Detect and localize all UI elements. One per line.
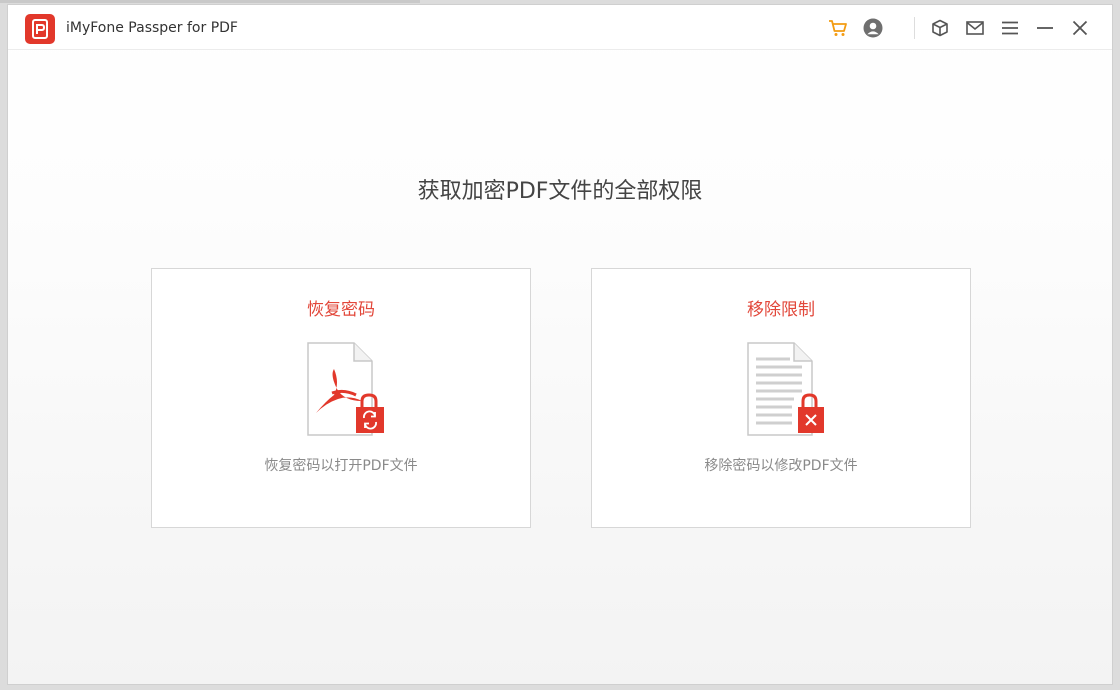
box-icon[interactable] xyxy=(929,17,951,39)
recover-password-card[interactable]: 恢复密码 恢复密码以打开PDF文件 xyxy=(151,268,531,528)
title-bar: iMyFone Passper for PDF xyxy=(8,5,1112,50)
card-description: 恢复密码以打开PDF文件 xyxy=(264,458,418,474)
card-description: 移除密码以修改PDF文件 xyxy=(704,458,858,474)
remove-restrictions-card[interactable]: 移除限制 移除密码以修改PDF文件 xyxy=(591,268,971,528)
close-icon[interactable] xyxy=(1069,17,1091,39)
account-icon[interactable] xyxy=(862,17,884,39)
app-logo-icon xyxy=(25,14,55,44)
card-title: 恢复密码 xyxy=(307,300,375,320)
card-title: 移除限制 xyxy=(747,300,815,320)
mail-icon[interactable] xyxy=(964,17,986,39)
pdf-lock-refresh-icon xyxy=(304,341,388,441)
app-window: iMyFone Passper for PDF 获取加密PDF文件的全部权限 恢… xyxy=(7,4,1113,685)
titlebar-separator xyxy=(914,17,915,39)
app-title: iMyFone Passper for PDF xyxy=(66,20,238,36)
cart-icon[interactable] xyxy=(827,17,849,39)
menu-icon[interactable] xyxy=(999,17,1021,39)
background-strip xyxy=(0,0,420,3)
minimize-icon[interactable] xyxy=(1034,17,1056,39)
page-headline: 获取加密PDF文件的全部权限 xyxy=(417,179,703,204)
doc-lock-remove-icon xyxy=(744,341,828,441)
